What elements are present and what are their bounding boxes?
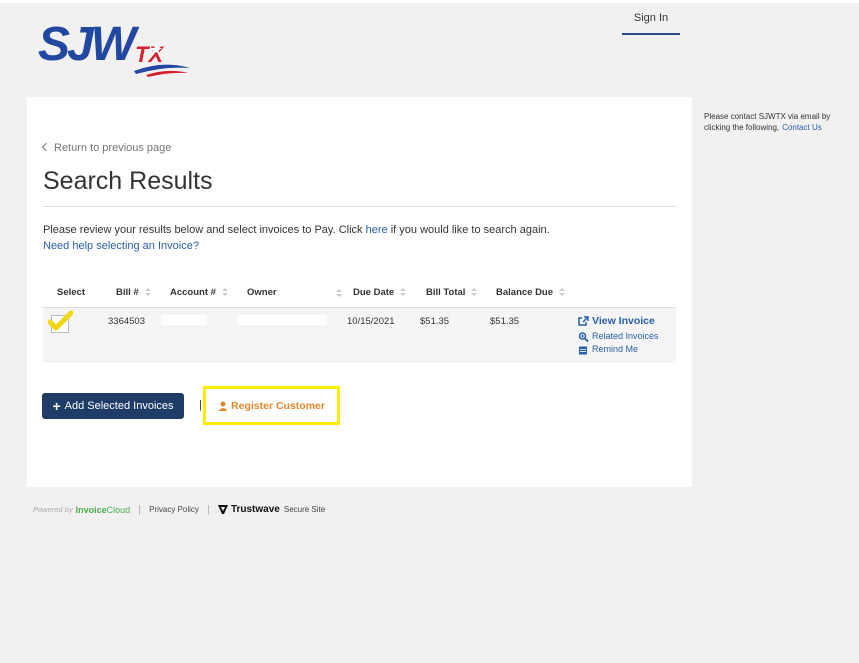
help-selecting-link[interactable]: Need help selecting an Invoice? (43, 240, 199, 252)
back-link-label[interactable]: Return to previous page (54, 142, 171, 154)
sjwtx-logo[interactable]: SJW TX (38, 16, 198, 80)
th-bill-total-label: Bill Total (426, 287, 466, 298)
separator: | (199, 399, 202, 411)
top-strip (0, 0, 859, 3)
th-account-label: Account # (170, 287, 216, 298)
th-balance-due-label: Balance Due (496, 287, 554, 298)
footer: Powered by InvoiceCloud Privacy Policy T… (33, 504, 325, 515)
sort-icon[interactable] (400, 288, 407, 297)
sort-icon[interactable] (336, 289, 342, 297)
owner-redacted (237, 315, 327, 325)
secure-site-label: Secure Site (283, 505, 326, 514)
sort-icon[interactable] (559, 288, 566, 297)
main-panel: Return to previous page Search Results P… (27, 97, 692, 487)
due-date: 10/15/2021 (347, 316, 395, 327)
sort-icon[interactable] (471, 288, 478, 297)
footer-divider (207, 504, 209, 515)
th-balance-due[interactable]: Balance Due (496, 287, 566, 298)
contact-us-link[interactable]: Contact Us (782, 123, 822, 132)
view-invoice-link[interactable]: View Invoice (578, 315, 655, 327)
instructions-after: if you would like to search again. (390, 224, 550, 236)
invoicecloud-logo[interactable]: InvoiceCloud (76, 505, 131, 515)
trustwave-label[interactable]: Trustwave (231, 504, 280, 515)
checkmark-icon (48, 310, 73, 331)
svg-text:SJW: SJW (38, 18, 140, 71)
footer-divider (139, 504, 141, 515)
add-selected-invoices-button[interactable]: + Add Selected Invoices (42, 393, 184, 419)
plus-icon: + (52, 398, 61, 414)
th-select-label: Select (57, 287, 85, 298)
powered-by-text: Powered by (33, 505, 73, 514)
contact-note: Please contact SJWTX via email by clicki… (704, 111, 849, 133)
view-invoice-label[interactable]: View Invoice (592, 315, 655, 327)
trustwave-logo-icon (217, 505, 228, 514)
th-bill-total[interactable]: Bill Total (426, 287, 478, 298)
external-link-icon (578, 316, 589, 326)
chevron-left-icon (41, 142, 51, 152)
svg-text:TX: TX (135, 42, 164, 67)
search-again-link[interactable]: here (366, 224, 388, 236)
th-due-date-label: Due Date (353, 287, 395, 298)
divider (43, 206, 676, 207)
related-invoices-link[interactable]: Related Invoices (578, 331, 659, 342)
add-selected-label: Add Selected Invoices (64, 400, 174, 412)
sign-in-link[interactable]: Sign In (622, 12, 680, 35)
brand-part1: Invoice (75, 504, 107, 515)
brand-part2: Cloud (106, 504, 131, 515)
th-due-date[interactable]: Due Date (353, 287, 407, 298)
bill-number: 3364503 (108, 316, 145, 327)
remind-me-link[interactable]: Remind Me (578, 344, 638, 355)
instructions-text: Please review your results below and sel… (43, 224, 550, 236)
related-invoices-label[interactable]: Related Invoices (592, 331, 659, 341)
th-select: Select (57, 287, 85, 298)
sort-icon[interactable] (144, 288, 151, 297)
sort-icon[interactable] (221, 288, 228, 297)
remind-me-label[interactable]: Remind Me (592, 344, 638, 354)
th-bill-label: Bill # (116, 287, 139, 298)
zoom-icon (578, 331, 589, 342)
user-icon (218, 401, 228, 411)
page-title: Search Results (43, 167, 213, 195)
privacy-policy-link[interactable]: Privacy Policy (149, 505, 199, 514)
back-link[interactable]: Return to previous page (41, 142, 171, 154)
calendar-icon (579, 346, 587, 355)
th-owner[interactable]: Owner (247, 287, 342, 298)
account-redacted (161, 315, 207, 325)
instructions-before: Please review your results below and sel… (43, 224, 363, 236)
bill-total: $51.35 (420, 316, 450, 327)
balance-due: $51.35 (490, 316, 520, 327)
register-customer-label: Register Customer (231, 399, 325, 412)
th-bill-no[interactable]: Bill # (116, 287, 151, 298)
table-row: 3364503 10/15/2021 $51.35 $51.35 View In… (43, 307, 676, 363)
th-account-no[interactable]: Account # (170, 287, 228, 298)
th-owner-label: Owner (247, 287, 277, 298)
register-customer-button[interactable]: Register Customer (203, 386, 340, 425)
